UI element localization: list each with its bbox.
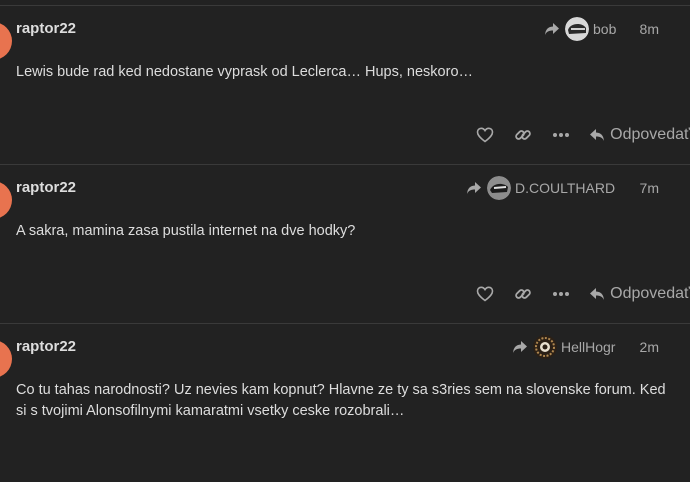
reply-button[interactable]: Odpovedať: [580, 120, 690, 150]
post-date[interactable]: 8m: [640, 21, 659, 37]
ellipsis-icon: [552, 126, 570, 144]
reply-to-tab[interactable]: D.COULTHARD: [465, 175, 615, 201]
link-icon: [514, 285, 532, 303]
reply-label: Odpovedať: [610, 126, 690, 143]
like-button[interactable]: [466, 279, 504, 309]
post-body: Co tu tahas narodnosti? Uz nevies kam ko…: [16, 382, 666, 419]
share-arrow-icon: [511, 338, 529, 356]
heart-icon: [476, 126, 494, 144]
post-author[interactable]: raptor22: [16, 179, 76, 196]
post-author[interactable]: raptor22: [16, 20, 76, 37]
heart-icon: [476, 285, 494, 303]
share-button[interactable]: [504, 120, 542, 150]
reply-to-tab[interactable]: bob: [543, 16, 616, 42]
post-body: Lewis bude rad ked nedostane vyprask od …: [16, 64, 474, 80]
reply-to-avatar: [487, 176, 511, 200]
more-button[interactable]: [542, 279, 580, 309]
post-date[interactable]: 7m: [640, 180, 659, 196]
post-date[interactable]: 2m: [640, 339, 659, 355]
post-actions: Odpovedať: [466, 120, 690, 150]
like-button[interactable]: [466, 120, 504, 150]
post-author[interactable]: raptor22: [16, 338, 76, 355]
reply-to-username: bob: [593, 21, 617, 37]
reply-to-avatar: [565, 17, 589, 41]
avatar[interactable]: [0, 22, 12, 60]
ellipsis-icon: [552, 285, 570, 303]
share-arrow-icon: [543, 20, 561, 38]
reply-button[interactable]: Odpovedať: [580, 279, 690, 309]
avatar[interactable]: [0, 181, 12, 219]
reply-to-username: HellHogr: [561, 339, 616, 355]
more-button[interactable]: [542, 120, 580, 150]
post: raptor22 D.COULTHARD 7m A sakra, mamina …: [0, 164, 690, 323]
reply-label: Odpovedať: [610, 285, 690, 302]
share-button[interactable]: [504, 279, 542, 309]
share-arrow-icon: [465, 179, 483, 197]
reply-to-username: D.COULTHARD: [515, 180, 616, 196]
link-icon: [514, 126, 532, 144]
reply-icon: [588, 285, 606, 303]
post-body: A sakra, mamina zasa pustila internet na…: [16, 223, 356, 239]
post: raptor22 HellHogr 2m Co tu tahas narodno…: [0, 323, 690, 482]
reply-icon: [588, 126, 606, 144]
reply-to-tab[interactable]: HellHogr: [511, 334, 615, 360]
post-actions: Odpovedať: [466, 279, 690, 309]
reply-to-avatar: [533, 335, 557, 359]
avatar[interactable]: [0, 340, 12, 378]
post: raptor22 bob 8m Lewis bude rad ked nedos…: [0, 5, 690, 164]
